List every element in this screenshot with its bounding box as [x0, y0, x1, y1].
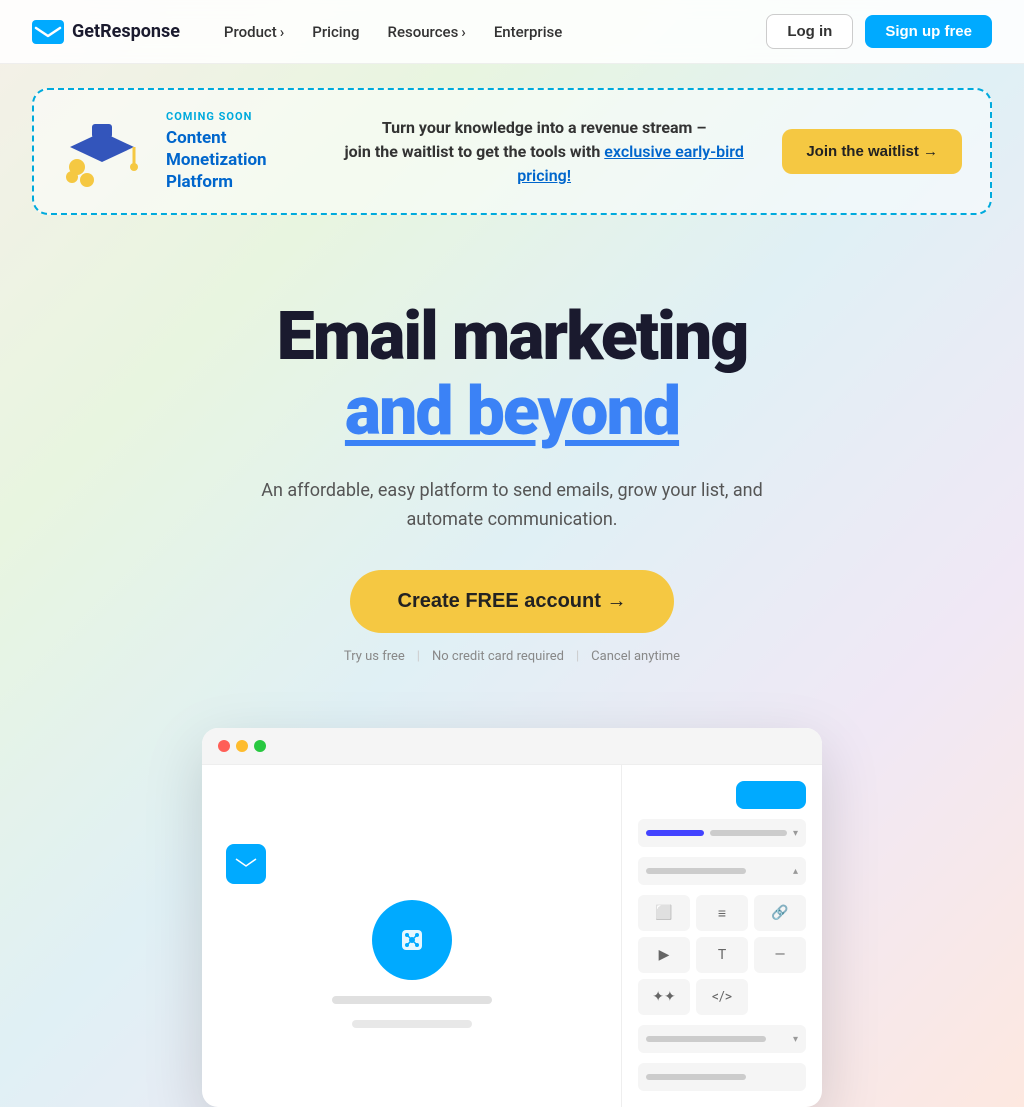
- logo-icon: [32, 20, 64, 44]
- footnote-card: No credit card required: [432, 649, 564, 664]
- mockup-text-line: [332, 996, 492, 1004]
- tool-divider: —: [754, 937, 806, 973]
- mockup-left-panel: [202, 765, 622, 1107]
- nav-enterprise[interactable]: Enterprise: [482, 15, 574, 49]
- mockup-window: ▾ ▴ ⬜ ≡ 🔗 ▶ T — ✦✦ </>: [202, 728, 822, 1107]
- cta-button[interactable]: Create FREE account →: [350, 570, 675, 633]
- mockup-field-3: ▾: [638, 1025, 806, 1053]
- hero-title: Email marketing and beyond: [32, 299, 992, 449]
- mockup-text-line-sm: [352, 1020, 472, 1028]
- chevron-down-icon2: ▾: [793, 1034, 798, 1045]
- chevron-down-icon: ▾: [793, 828, 798, 839]
- mockup-field-4: [638, 1063, 806, 1091]
- chevron-up-icon: ▴: [793, 866, 798, 877]
- hero-subtitle: An affordable, easy platform to send ema…: [252, 477, 772, 535]
- divider2: |: [576, 649, 579, 664]
- footnote-cancel: Cancel anytime: [591, 649, 680, 664]
- banner-description: Turn your knowledge into a revenue strea…: [330, 116, 758, 188]
- tool-text: ≡: [696, 895, 748, 931]
- tool-link: 🔗: [754, 895, 806, 931]
- dot-green: [254, 740, 266, 752]
- coming-soon-text: COMING SOON: [166, 110, 306, 123]
- mockup-body: ▾ ▴ ⬜ ≡ 🔗 ▶ T — ✦✦ </>: [202, 765, 822, 1107]
- hero-title-line2: and beyond: [32, 374, 992, 449]
- navbar: GetResponse Product › Pricing Resources …: [0, 0, 1024, 64]
- nav-resources[interactable]: Resources ›: [376, 15, 478, 49]
- footnote-try: Try us free: [344, 649, 405, 664]
- field-value3: [646, 1036, 766, 1042]
- dot-yellow: [236, 740, 248, 752]
- signup-button[interactable]: Sign up free: [865, 15, 992, 48]
- field-value4: [646, 1074, 746, 1080]
- hero-section: Email marketing and beyond An affordable…: [0, 239, 1024, 704]
- mockup-right-panel: ▾ ▴ ⬜ ≡ 🔗 ▶ T — ✦✦ </>: [622, 765, 822, 1107]
- tool-code: </>: [696, 979, 748, 1015]
- platform-name: ContentMonetizationPlatform: [166, 127, 306, 193]
- chevron-icon: ›: [280, 23, 285, 41]
- logo[interactable]: GetResponse: [32, 20, 180, 44]
- mockup-field-2: ▴: [638, 857, 806, 885]
- mockup-action-btn: [736, 781, 806, 809]
- login-button[interactable]: Log in: [766, 14, 853, 49]
- field-value2: [646, 868, 746, 874]
- graduation-cap-icon: [62, 112, 142, 192]
- chevron-icon: ›: [461, 23, 466, 41]
- app-mockup: ▾ ▴ ⬜ ≡ 🔗 ▶ T — ✦✦ </>: [202, 728, 822, 1107]
- nav-links: Product › Pricing Resources › Enterprise: [212, 15, 766, 49]
- promo-banner: COMING SOON ContentMonetizationPlatform …: [32, 88, 992, 215]
- hero-title-line1: Email marketing: [32, 299, 992, 374]
- mockup-toolbar: ⬜ ≡ 🔗 ▶ T — ✦✦ </>: [638, 895, 806, 1015]
- divider1: |: [417, 649, 420, 664]
- nav-pricing[interactable]: Pricing: [300, 15, 371, 49]
- banner-label: COMING SOON ContentMonetizationPlatform: [166, 110, 306, 193]
- tool-image: ⬜: [638, 895, 690, 931]
- ai-icon: [372, 900, 452, 980]
- nav-actions: Log in Sign up free: [766, 14, 992, 49]
- tool-type: T: [696, 937, 748, 973]
- mockup-field-1: ▾: [638, 819, 806, 847]
- tool-social: ✦✦: [638, 979, 690, 1015]
- tool-video: ▶: [638, 937, 690, 973]
- field-label: [646, 830, 704, 836]
- logo-text: GetResponse: [72, 21, 180, 42]
- hero-footnote: Try us free | No credit card required | …: [32, 649, 992, 664]
- waitlist-button[interactable]: Join the waitlist →: [782, 129, 962, 174]
- dot-red: [218, 740, 230, 752]
- nav-product[interactable]: Product ›: [212, 15, 296, 49]
- mockup-titlebar: [202, 728, 822, 765]
- field-value: [710, 830, 787, 836]
- email-icon: [226, 844, 266, 884]
